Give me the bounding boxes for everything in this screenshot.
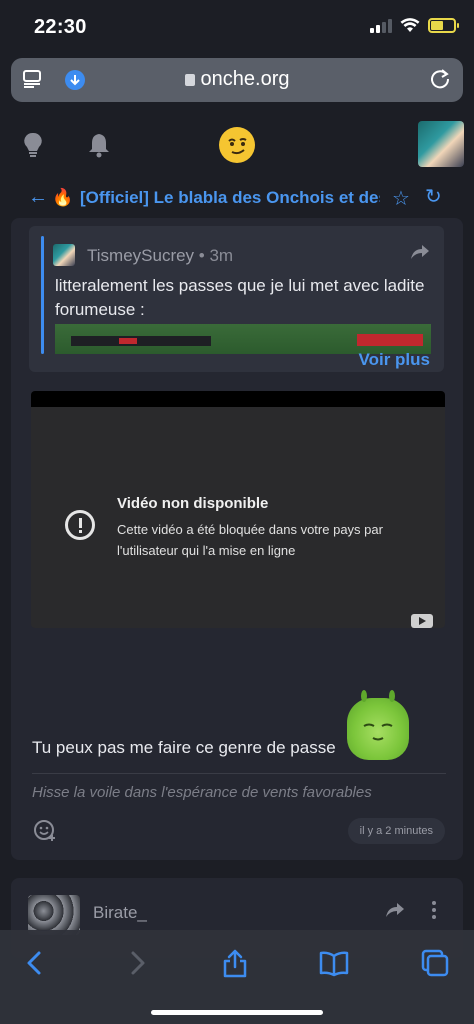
status-time: 22:30 <box>34 16 87 38</box>
favorite-star-icon[interactable]: ☆ <box>392 186 410 211</box>
logo-icon[interactable] <box>219 127 255 163</box>
site-header <box>0 110 474 180</box>
tabs-icon[interactable] <box>420 948 450 978</box>
lock-icon <box>184 74 195 86</box>
post-signature: Hisse la voile dans l'espérance de vents… <box>32 784 372 801</box>
quote-text: litteralement les passes que je lui met … <box>55 276 425 319</box>
back-icon[interactable] <box>20 948 50 978</box>
video-unavailable-message: Cette vidéo a été bloquée dans votre pay… <box>117 522 383 558</box>
cat-sticker-image <box>347 690 409 760</box>
share-arrow-icon[interactable] <box>410 244 430 260</box>
quote-author[interactable]: TismeySucrey <box>87 246 194 265</box>
topic-title[interactable]: [Officiel] Le blabla des Onchois et des <box>80 188 380 208</box>
warning-icon <box>65 510 95 540</box>
share-arrow-icon[interactable] <box>385 902 405 918</box>
lightbulb-icon[interactable] <box>22 132 44 158</box>
more-options-icon[interactable] <box>431 900 437 920</box>
youtube-icon[interactable] <box>411 614 433 628</box>
quote-separator: • <box>194 246 210 265</box>
video-unavailable-title: Vidéo non disponible <box>117 495 269 512</box>
forward-icon[interactable] <box>122 948 152 978</box>
bookmarks-icon[interactable] <box>319 948 349 978</box>
post-text: Tu peux pas me faire ce genre de passe <box>32 738 336 757</box>
flame-icon: 🔥 <box>52 188 74 207</box>
post-card: TismeySucrey • 3m litteralement les pass… <box>11 218 463 860</box>
home-indicator <box>151 1010 323 1015</box>
address-bar[interactable]: onche.org <box>11 58 463 102</box>
wifi-icon <box>400 18 420 32</box>
post-timestamp: il y a 2 minutes <box>347 818 445 844</box>
post-author[interactable]: Birate_ <box>93 903 147 923</box>
quote-accent-bar <box>41 236 44 354</box>
topic-back-icon[interactable]: ← <box>28 186 48 209</box>
topic-refresh-icon[interactable]: ↻ <box>425 184 442 209</box>
share-icon[interactable] <box>220 948 250 978</box>
quote-time: 3m <box>209 246 234 265</box>
topic-bar: ← 🔥 [Officiel] Le blabla des Onchois et … <box>0 180 474 216</box>
battery-icon <box>428 18 459 33</box>
video-top-bar <box>31 391 445 407</box>
divider <box>32 773 446 774</box>
video-embed[interactable]: Vidéo non disponible Cette vidéo a été b… <box>31 391 445 628</box>
status-icons <box>370 18 459 33</box>
user-avatar[interactable] <box>418 121 464 167</box>
quoted-message: TismeySucrey • 3m litteralement les pass… <box>29 226 444 372</box>
url-text: onche.org <box>200 68 290 90</box>
bell-icon[interactable] <box>88 132 110 158</box>
status-bar: 22:30 <box>0 0 474 52</box>
quote-avatar[interactable] <box>53 244 75 266</box>
url-display[interactable]: onche.org <box>11 68 463 91</box>
author-avatar[interactable] <box>28 895 80 935</box>
quote-header: TismeySucrey • 3m <box>87 246 233 266</box>
see-more-link[interactable]: Voir plus <box>359 350 430 370</box>
reload-icon[interactable] <box>429 68 451 90</box>
signal-icon <box>370 18 392 33</box>
add-reaction-icon[interactable] <box>33 818 57 842</box>
